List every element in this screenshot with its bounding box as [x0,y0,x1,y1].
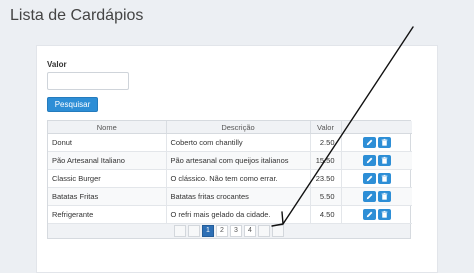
table-row[interactable]: Pão Artesanal Italiano Pão artesanal com … [48,151,412,170]
pagination: 1234 [48,224,410,238]
column-header-name[interactable]: Nome [48,121,167,134]
edit-button[interactable] [362,137,376,148]
page-button-3[interactable]: 3 [230,225,242,237]
table-header-row: Nome Descrição Valor [48,121,412,134]
cell-description: Pão artesanal com queijos italianos [166,151,311,170]
column-header-actions [341,121,412,134]
cell-actions [341,187,412,206]
menu-list-panel: Valor Pesquisar Nome Descrição Valor Don… [36,45,438,273]
cell-value: 23.50 [310,169,342,188]
last-page-button[interactable] [272,225,284,237]
delete-button[interactable] [377,209,391,220]
page-button-2[interactable]: 2 [216,225,228,237]
column-header-description[interactable]: Descrição [166,121,311,134]
cell-actions [341,205,412,224]
cell-name: Donut [48,133,167,152]
table-row[interactable]: Donut Coberto com chantilly 2.50 [48,133,412,152]
cell-name: Batatas Fritas [48,187,167,206]
value-filter-label: Valor [47,60,67,69]
edit-button[interactable] [362,155,376,166]
next-page-button[interactable] [258,225,270,237]
cell-name: Refrigerante [48,205,167,224]
delete-button[interactable] [377,155,391,166]
table-row[interactable]: Classic Burger O clássico. Não tem como e… [48,169,412,188]
page-title: Lista de Cardápios [10,7,144,24]
cell-description: Batatas fritas crocantes [166,187,311,206]
table-row[interactable]: Batatas Fritas Batatas fritas crocantes 5.… [48,187,412,206]
cell-description: Coberto com chantilly [166,133,311,152]
delete-button[interactable] [377,173,391,184]
cell-value: 2.50 [310,133,342,152]
edit-button[interactable] [362,191,376,202]
value-filter-input[interactable] [47,72,129,90]
cell-name: Pão Artesanal Italiano [48,151,167,170]
search-button[interactable]: Pesquisar [47,97,98,112]
column-header-value[interactable]: Valor [310,121,342,134]
cell-value: 4.50 [310,205,342,224]
previous-page-button[interactable] [188,225,200,237]
page-button-4[interactable]: 4 [244,225,256,237]
menu-table: Nome Descrição Valor Donut Coberto com ch… [47,120,412,239]
cell-actions [341,133,412,152]
cell-value: 5.50 [310,187,342,206]
delete-button[interactable] [377,191,391,202]
delete-button[interactable] [377,137,391,148]
table-row[interactable]: Refrigerante O refri mais gelado da cidad… [48,205,412,224]
cell-name: Classic Burger [48,169,167,188]
cell-description: O refri mais gelado da cidade. [166,205,311,224]
cell-value: 15.50 [310,151,342,170]
cell-actions [341,169,412,188]
page-button-1[interactable]: 1 [202,225,214,237]
cell-actions [341,151,412,170]
first-page-button[interactable] [174,225,186,237]
edit-button[interactable] [362,173,376,184]
cell-description: O clássico. Não tem como errar. [166,169,311,188]
edit-button[interactable] [362,209,376,220]
